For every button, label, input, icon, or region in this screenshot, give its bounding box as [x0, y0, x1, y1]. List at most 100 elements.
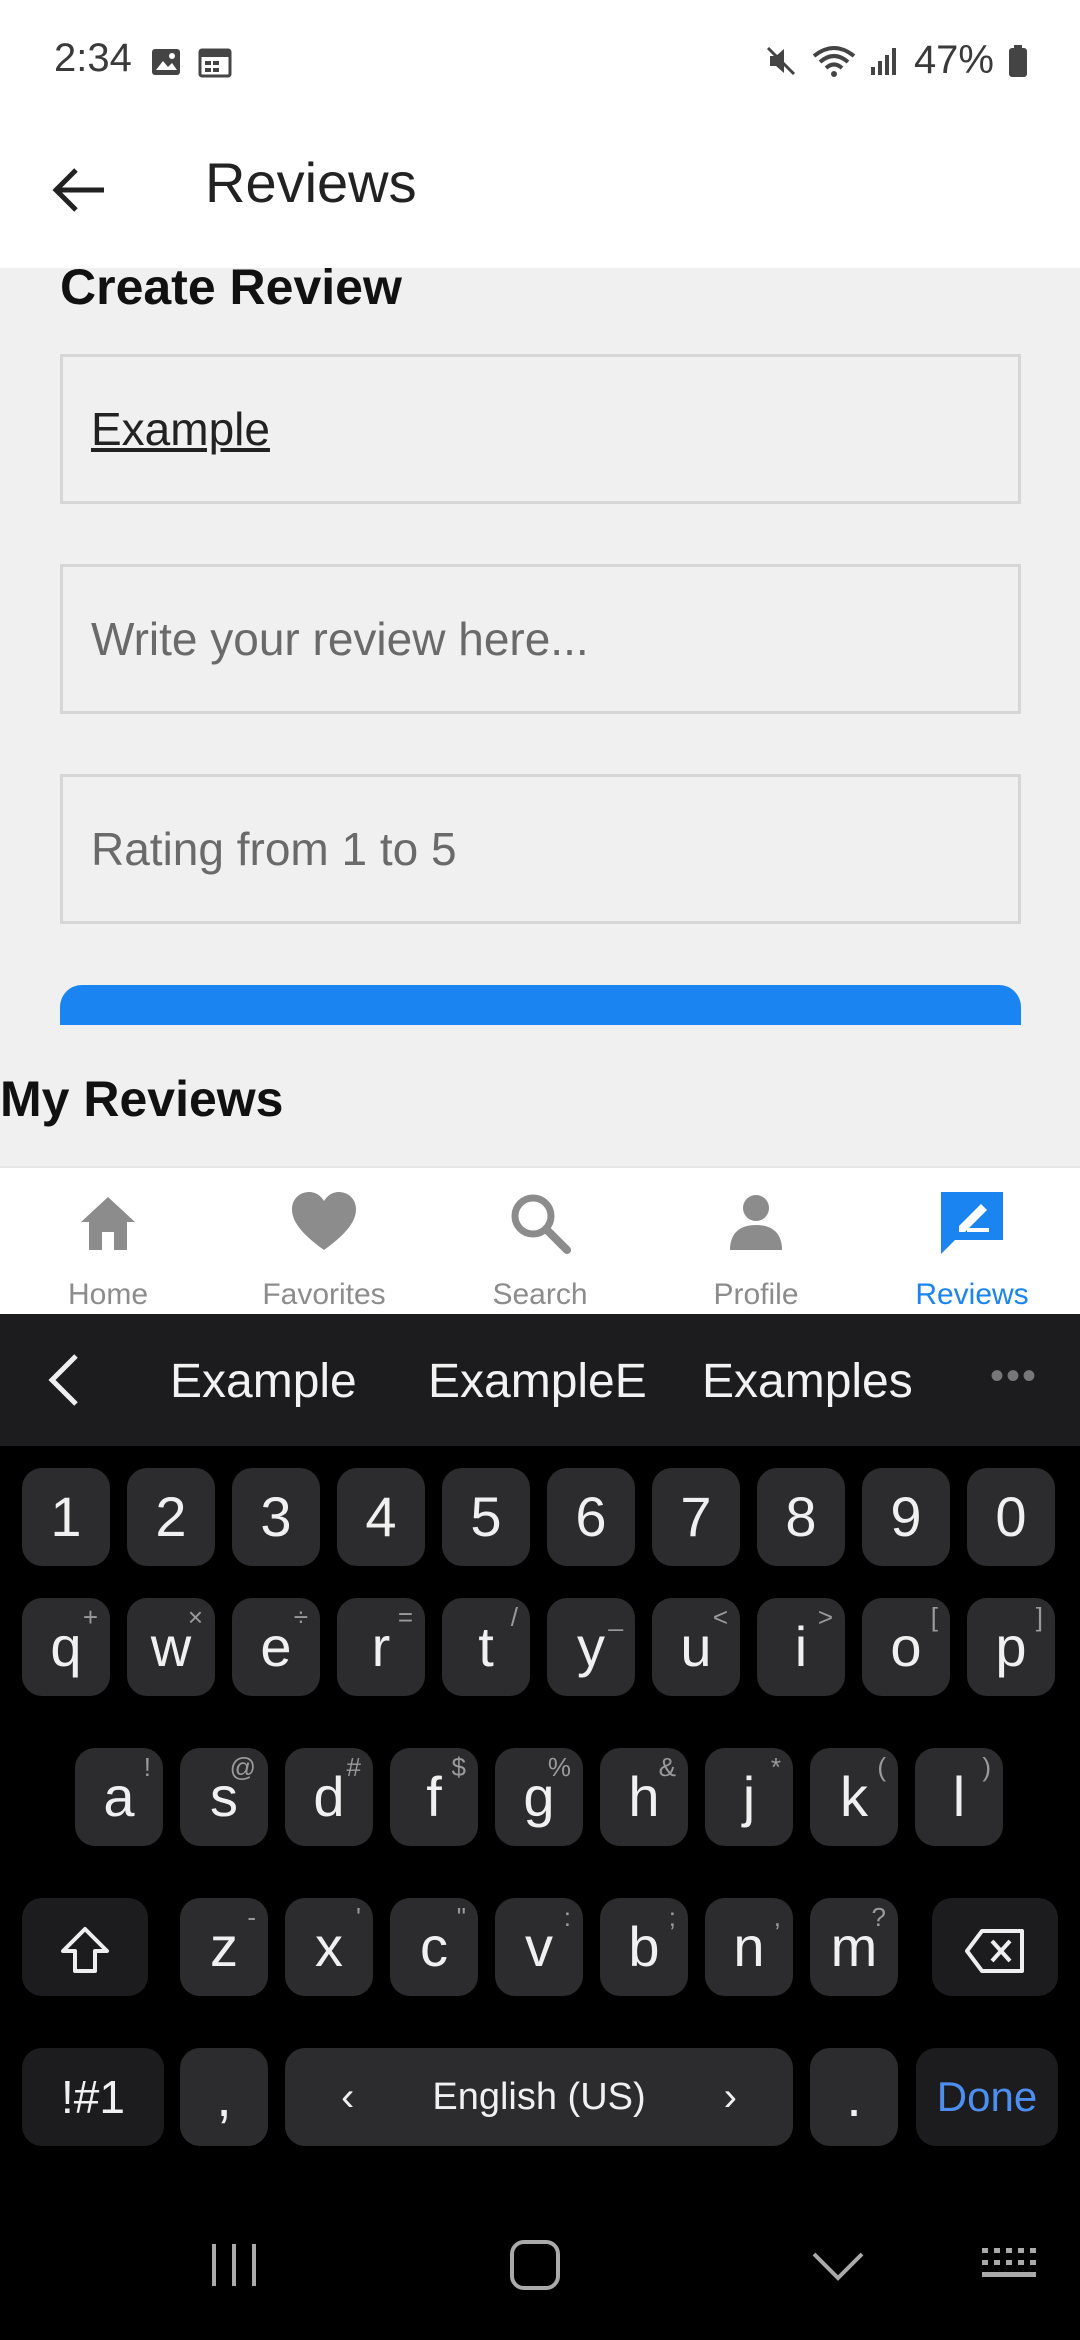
key-secondary-label: @: [229, 1752, 256, 1782]
hide-keyboard-icon[interactable]: [810, 2246, 866, 2286]
submit-review-button[interactable]: [60, 985, 1021, 1025]
key-i[interactable]: i >: [757, 1598, 845, 1696]
key-y[interactable]: y _: [547, 1598, 635, 1696]
rating-field[interactable]: [60, 774, 1021, 924]
key-3[interactable]: 3: [232, 1468, 320, 1566]
home-button-icon[interactable]: [508, 2238, 562, 2292]
key-label: u: [680, 1615, 712, 1678]
battery-percent: 47%: [913, 38, 994, 82]
language-label: English (US): [432, 2076, 646, 2118]
key-z[interactable]: z-: [180, 1898, 268, 1996]
key-b[interactable]: b;: [600, 1898, 688, 1996]
key-4[interactable]: 4: [337, 1468, 425, 1566]
key-c[interactable]: c ": [390, 1898, 478, 1996]
key-o[interactable]: o[: [862, 1598, 950, 1696]
key-h[interactable]: h &: [600, 1748, 688, 1846]
key-secondary-label: ;: [668, 1902, 676, 1932]
key-secondary-label: ,: [773, 1902, 781, 1932]
key-s[interactable]: s @: [180, 1748, 268, 1846]
key-secondary-label: -: [247, 1902, 256, 1932]
nav-label-reviews: Reviews: [915, 1278, 1029, 1311]
key-t[interactable]: t /: [442, 1598, 530, 1696]
mute-icon: [766, 46, 795, 75]
key-secondary-label: <: [712, 1602, 728, 1632]
suggestion-3[interactable]: Examples: [702, 1354, 913, 1409]
key-5[interactable]: 5: [442, 1468, 530, 1566]
key-2[interactable]: 2: [127, 1468, 215, 1566]
key-p[interactable]: p]: [967, 1598, 1055, 1696]
key-a[interactable]: a!: [75, 1748, 163, 1846]
key-0[interactable]: 0: [967, 1468, 1055, 1566]
key-secondary-label: *: [770, 1752, 781, 1782]
heart-icon: [292, 1192, 356, 1250]
key-1[interactable]: 1: [22, 1468, 110, 1566]
key-m[interactable]: m?: [810, 1898, 898, 1996]
key-secondary-label: [: [930, 1602, 938, 1632]
back-arrow-icon[interactable]: [50, 160, 110, 220]
key-label: a: [103, 1765, 135, 1828]
key-secondary-label: ): [982, 1752, 991, 1782]
nav-item-reviews[interactable]: Reviews: [864, 1168, 1080, 1314]
rating-input[interactable]: [91, 777, 991, 921]
key-u[interactable]: u <: [652, 1598, 740, 1696]
key-n[interactable]: n,: [705, 1898, 793, 1996]
key-secondary-label: ×: [187, 1602, 203, 1632]
bottom-navigation: Home Favorites Search Profile Reviews: [0, 1166, 1080, 1314]
backspace-icon: [965, 1929, 1024, 1974]
backspace-key[interactable]: [932, 1898, 1058, 1996]
key-secondary-label: ]: [1035, 1602, 1043, 1632]
language-prev-icon: ‹: [341, 2075, 355, 2119]
key-l[interactable]: l): [915, 1748, 1003, 1846]
key-q[interactable]: q +: [22, 1598, 110, 1696]
key-label: m: [830, 1915, 878, 1978]
review-text-input[interactable]: [91, 567, 991, 711]
key-6[interactable]: 6: [547, 1468, 635, 1566]
recent-apps-icon[interactable]: [206, 2240, 262, 2290]
review-name-input[interactable]: [91, 357, 991, 501]
create-review-heading: Create Review: [60, 268, 402, 315]
review-name-field[interactable]: [60, 354, 1021, 504]
chevron-left-icon[interactable]: [40, 1350, 90, 1410]
space-key[interactable]: ‹ English (US) ›: [285, 2048, 793, 2146]
review-text-field[interactable]: [60, 564, 1021, 714]
key-9[interactable]: 9: [862, 1468, 950, 1566]
keyboard-switch-icon[interactable]: [980, 2244, 1040, 2286]
nav-item-search[interactable]: Search: [432, 1168, 648, 1314]
key-secondary-label: :: [563, 1902, 571, 1932]
key-r[interactable]: r =: [337, 1598, 425, 1696]
period-key[interactable]: .: [810, 2048, 898, 2146]
key-7[interactable]: 7: [652, 1468, 740, 1566]
key-w[interactable]: w ×: [127, 1598, 215, 1696]
done-key[interactable]: Done: [916, 2048, 1058, 2146]
nav-item-profile[interactable]: Profile: [648, 1168, 864, 1314]
key-secondary-label: +: [82, 1602, 98, 1632]
suggestion-2[interactable]: ExampleE: [428, 1354, 647, 1409]
key-j[interactable]: j *: [705, 1748, 793, 1846]
suggestion-1[interactable]: Example: [170, 1354, 357, 1409]
more-suggestions-icon[interactable]: •••: [990, 1354, 1038, 1399]
symbols-key[interactable]: !#1: [22, 2048, 164, 2146]
key-label: v: [525, 1915, 553, 1978]
key-f[interactable]: f $: [390, 1748, 478, 1846]
shift-key[interactable]: [22, 1898, 148, 1996]
battery-icon: [1009, 44, 1027, 77]
key-8[interactable]: 8: [757, 1468, 845, 1566]
key-secondary-label: #: [346, 1752, 361, 1782]
nav-item-favorites[interactable]: Favorites: [216, 1168, 432, 1314]
key-v[interactable]: v:: [495, 1898, 583, 1996]
nav-item-home[interactable]: Home: [0, 1168, 216, 1314]
status-bar: 2:34 47%: [0, 0, 1080, 128]
nav-label-search: Search: [492, 1278, 588, 1311]
comma-key[interactable]: ,: [180, 2048, 268, 2146]
key-label: 9: [890, 1485, 922, 1548]
key-label: t: [478, 1615, 494, 1678]
key-label: 5: [470, 1485, 502, 1548]
status-time: 2:34: [54, 36, 132, 80]
key-d[interactable]: d #: [285, 1748, 373, 1846]
key-k[interactable]: k(: [810, 1748, 898, 1846]
key-e[interactable]: e ÷: [232, 1598, 320, 1696]
key-x[interactable]: x ': [285, 1898, 373, 1996]
key-secondary-label: _: [608, 1602, 623, 1632]
key-g[interactable]: g%: [495, 1748, 583, 1846]
suggestion-bar: Example ExampleE Examples •••: [0, 1314, 1080, 1446]
